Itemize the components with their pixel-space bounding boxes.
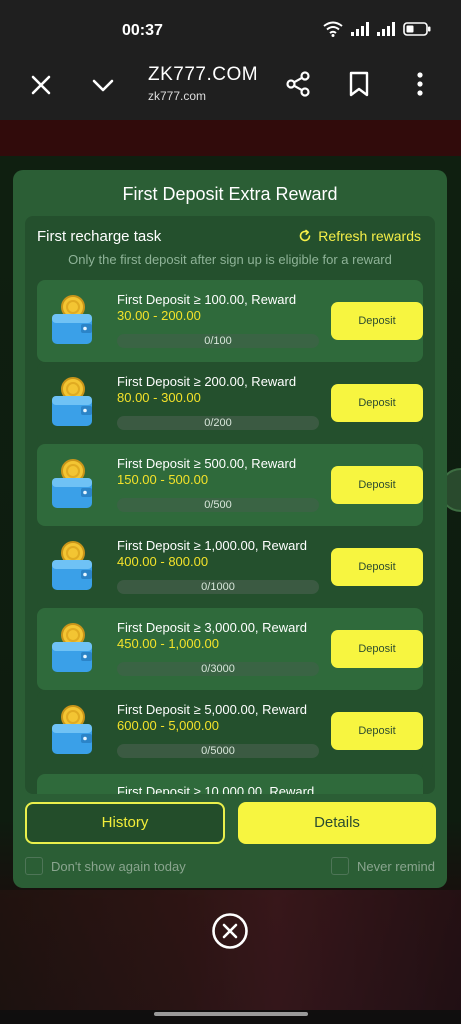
- close-modal-icon[interactable]: [211, 912, 249, 950]
- bookmark-icon[interactable]: [346, 70, 372, 98]
- task-title: First Deposit ≥ 200.00, Reward: [117, 374, 297, 389]
- browser-toolbar: ZK777.COM zk777.com: [0, 58, 461, 120]
- task-row: First Deposit ≥ 3,000.00, Reward 450.00 -…: [37, 608, 423, 690]
- progress-bar: 0/1000: [117, 580, 319, 594]
- progress-text: 0/500: [204, 499, 232, 511]
- wallet-coin-icon: [49, 704, 95, 756]
- reward-range: 450.00 - 1,000.00: [117, 636, 219, 651]
- task-title: First Deposit ≥ 500.00, Reward: [117, 456, 297, 471]
- task-row: First Deposit ≥ 200.00, Reward 80.00 - 30…: [37, 362, 423, 444]
- wifi-icon: [323, 21, 343, 37]
- deposit-button[interactable]: Deposit: [331, 302, 423, 340]
- progress-text: 0/5000: [201, 745, 235, 757]
- reward-range: 150.00 - 500.00: [117, 472, 209, 487]
- chevron-down-icon[interactable]: [90, 72, 116, 98]
- wallet-coin-icon: [49, 540, 95, 592]
- signal-icon-2: [377, 22, 395, 36]
- progress-text: 0/100: [204, 335, 232, 347]
- history-button[interactable]: History: [25, 802, 225, 844]
- eligibility-note: Only the first deposit after sign up is …: [68, 252, 392, 267]
- deposit-button[interactable]: Deposit: [331, 548, 423, 586]
- task-row: First Deposit ≥ 5,000.00, Reward 600.00 -…: [37, 690, 423, 772]
- first-deposit-modal: First Deposit Extra Reward First recharg…: [13, 170, 447, 888]
- progress-bar: 0/100: [117, 334, 319, 348]
- dont-show-label: Don't show again today: [51, 858, 186, 874]
- task-title: First Deposit ≥ 3,000.00, Reward: [117, 620, 307, 635]
- progress-text: 0/1000: [201, 581, 235, 593]
- task-row-partial: First Deposit ≥ 10,000.00, Reward: [37, 774, 423, 794]
- progress-bar: 0/3000: [117, 662, 319, 676]
- never-remind-checkbox[interactable]: [330, 857, 349, 875]
- signal-icon: [351, 22, 369, 36]
- deposit-button[interactable]: Deposit: [331, 712, 423, 750]
- deposit-button[interactable]: Deposit: [331, 630, 423, 668]
- progress-bar: 0/500: [117, 498, 319, 512]
- status-bar: 00:37: [0, 0, 461, 58]
- dont-show-today-option[interactable]: Don't show again today: [25, 857, 186, 875]
- task-title: First Deposit ≥ 100.00, Reward: [117, 292, 297, 307]
- refresh-rewards-link[interactable]: Refresh rewards: [298, 228, 421, 244]
- reward-range: 600.00 - 5,000.00: [117, 718, 219, 733]
- page-title: ZK777.COM: [148, 64, 259, 85]
- refresh-label: Refresh rewards: [318, 228, 421, 244]
- home-indicator: [154, 1012, 308, 1016]
- progress-text: 0/200: [204, 417, 232, 429]
- share-icon[interactable]: [284, 70, 312, 98]
- never-remind-label: Never remind: [356, 858, 435, 874]
- reward-range: 400.00 - 800.00: [117, 554, 209, 569]
- task-title: First Deposit ≥ 5,000.00, Reward: [117, 702, 307, 717]
- reward-range: 80.00 - 300.00: [117, 390, 201, 405]
- refresh-icon: [300, 229, 311, 242]
- details-button[interactable]: Details: [238, 802, 436, 844]
- background-banner: [0, 890, 461, 1010]
- progress-bar: 0/200: [117, 416, 319, 430]
- task-row: First Deposit ≥ 500.00, Reward 150.00 - 5…: [37, 444, 423, 526]
- close-tab-icon[interactable]: [28, 72, 54, 98]
- never-remind-option[interactable]: Never remind: [330, 857, 435, 875]
- reward-range: 30.00 - 200.00: [117, 308, 201, 323]
- progress-bar: 0/5000: [117, 744, 319, 758]
- task-title: First Deposit ≥ 10,000.00, Reward: [117, 784, 315, 794]
- task-label: First recharge task: [37, 228, 162, 245]
- modal-title: First Deposit Extra Reward: [122, 184, 338, 204]
- dont-show-checkbox[interactable]: [25, 857, 43, 875]
- task-row: First Deposit ≥ 1,000.00, Reward 400.00 -…: [37, 526, 423, 608]
- progress-text: 0/3000: [201, 663, 235, 675]
- deposit-button[interactable]: Deposit: [331, 384, 423, 422]
- task-title: First Deposit ≥ 1,000.00, Reward: [117, 538, 307, 553]
- battery-icon: [403, 22, 431, 36]
- deposit-button[interactable]: Deposit: [331, 466, 423, 504]
- task-row: First Deposit ≥ 100.00, Reward 30.00 - 20…: [37, 280, 423, 362]
- wallet-coin-icon: [49, 458, 95, 510]
- wallet-coin-icon: [49, 622, 95, 674]
- wallet-coin-icon: [49, 376, 95, 428]
- status-time: 00:37: [122, 22, 163, 39]
- status-icons: [323, 21, 431, 37]
- more-menu-icon[interactable]: [408, 70, 432, 98]
- page-url: zk777.com: [148, 89, 207, 103]
- task-panel: First recharge task Refresh rewards Only…: [25, 216, 435, 794]
- wallet-coin-icon: [49, 294, 95, 346]
